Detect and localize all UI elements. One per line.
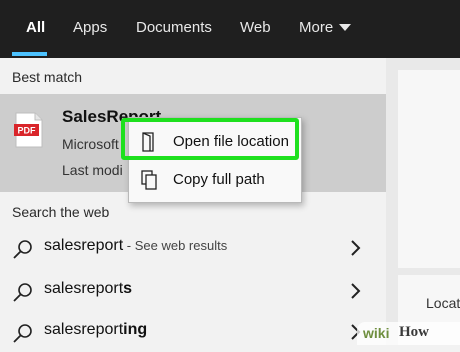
preview-open-location-text: Locat	[426, 295, 460, 311]
web-result-row[interactable]: salesreporting	[0, 312, 386, 352]
chevron-right-icon[interactable]	[350, 239, 362, 257]
active-tab-indicator	[12, 52, 47, 56]
web-result-row[interactable]: salesreport - See web results	[0, 228, 386, 268]
best-match-app: Microsoft	[62, 136, 119, 152]
tab-apps[interactable]: Apps	[73, 0, 107, 58]
web-query-suffix: - See web results	[123, 238, 228, 253]
search-tab-bar: All Apps Documents Web More	[0, 0, 460, 58]
chevron-right-icon[interactable]	[350, 282, 362, 300]
web-query-prefix: salesreport	[44, 280, 124, 297]
chevron-down-icon	[339, 24, 352, 32]
web-query-prefix: salesreport	[44, 321, 124, 338]
watermark-wiki: wiki	[363, 325, 390, 341]
highlight-box	[121, 118, 299, 160]
best-match-modified: Last modi	[62, 162, 123, 178]
pdf-file-icon: PDF	[14, 112, 43, 148]
menu-item-copy-full-path[interactable]: Copy full path	[129, 162, 301, 198]
watermark: wiki How	[357, 322, 460, 345]
web-result-row[interactable]: salesreports	[0, 271, 386, 311]
search-web-heading: Search the web	[12, 204, 110, 220]
web-query-completion: s	[123, 280, 133, 297]
tab-all[interactable]: All	[26, 0, 45, 58]
tab-more[interactable]: More	[299, 0, 352, 58]
search-icon	[13, 240, 32, 259]
tab-more-label: More	[299, 19, 334, 36]
search-icon	[13, 324, 32, 343]
search-icon	[13, 283, 32, 302]
preview-card	[398, 70, 460, 268]
copy-icon	[141, 170, 157, 190]
tab-web[interactable]: Web	[240, 0, 271, 58]
watermark-how: How	[399, 324, 429, 340]
menu-item-label: Copy full path	[173, 171, 265, 188]
pdf-icon-label: PDF	[18, 126, 37, 136]
tab-documents[interactable]: Documents	[136, 0, 212, 58]
web-query-completion: ing	[123, 321, 148, 338]
best-match-heading: Best match	[12, 69, 83, 85]
web-query: salesreport	[44, 237, 124, 254]
